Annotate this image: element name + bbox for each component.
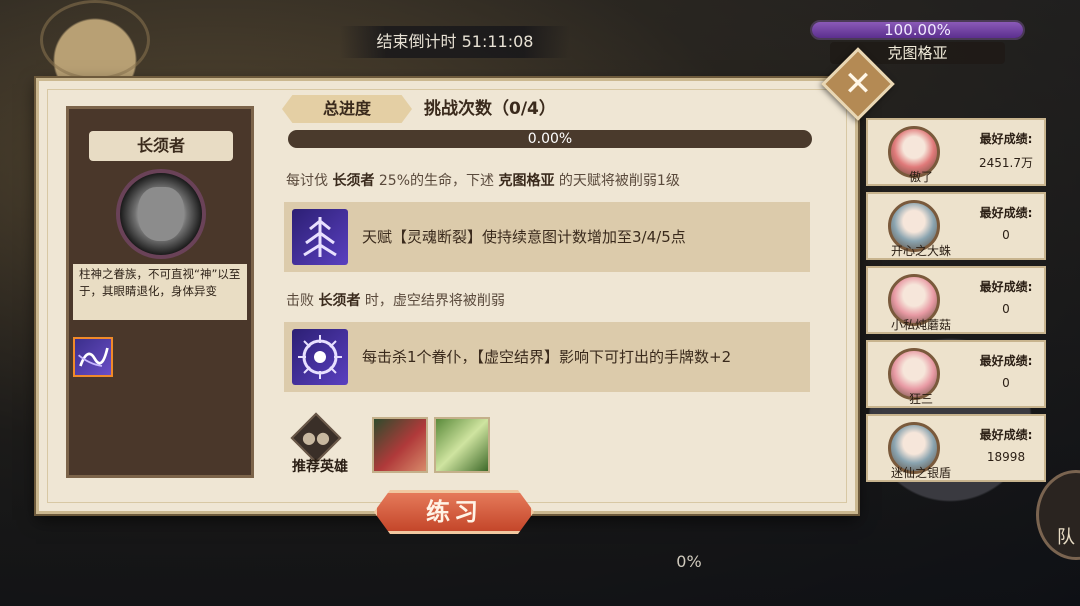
boss-portrait [116,169,206,259]
player-name: 迷仙之银盾 [890,466,951,480]
ranking-item[interactable]: 傲了 最好成绩: 2451.7万 [866,118,1046,186]
ranking-item[interactable]: 狂三 最好成绩: 0 [866,340,1046,408]
effect-row-talent: 天赋【灵魂断裂】使持续意图计数增加至3/4/5点 [284,202,810,272]
player-name: 傲了 [908,170,933,184]
best-score-label: 最好成绩: [979,354,1033,368]
challenge-count: 挑战次数（0/4） [424,99,556,119]
boss-hp-percent: 100.00% [884,21,951,39]
effect-talent-text: 天赋【灵魂断裂】使持续意图计数增加至3/4/5点 [362,228,686,246]
tab-total-progress[interactable]: 总进度 [282,95,412,123]
best-score-label: 最好成绩: [979,280,1033,294]
best-score-value: 0 [1002,376,1010,390]
best-score-label: 最好成绩: [979,428,1033,442]
boss-skill-icon[interactable] [73,337,113,377]
soul-break-icon [292,209,348,265]
ranking-item[interactable]: 小私炖蘑菇 最好成绩: 0 [866,266,1046,334]
total-progress-bar: 0.00% [288,130,812,148]
event-countdown: 结束倒计时 51:11:08 [340,26,570,58]
player-name: 狂三 [908,392,933,406]
best-score-value: 0 [1002,228,1010,242]
player-name: 开心之大蛛 [890,244,951,258]
ranking-item[interactable]: 开心之大蛛 最好成绩: 0 [866,192,1046,260]
boss-card: 长须者 柱神之眷族，不可直视“神”以至于，其眼睛退化，身体异变 [66,106,254,478]
best-score-value: 0 [1002,302,1010,316]
effect-row-barrier: 每击杀1个眷仆，【虚空结界】影响下可打出的手牌数+2 [284,322,810,392]
rule-weaken-talent: 每讨伐 长须者 25%的生命，下述 克图格亚 的天赋将被削弱1级 [286,173,680,189]
recommended-hero-2[interactable] [434,417,490,473]
best-score-label: 最好成绩: [979,206,1033,220]
practice-button[interactable]: 练习 [374,490,534,534]
ranking-item[interactable]: 迷仙之银盾 最好成绩: 18998 [866,414,1046,482]
compass-decoration [40,0,150,80]
boss-description: 柱神之眷族，不可直视“神”以至于，其眼睛退化，身体异变 [73,264,247,320]
effect-barrier-text: 每击杀1个眷仆，【虚空结界】影响下可打出的手牌数+2 [362,348,732,366]
best-score-label: 最好成绩: [979,132,1033,146]
recommend-heroes-label: 推荐英雄 [292,459,348,475]
best-score-value: 18998 [986,450,1026,464]
best-score-value: 2451.7万 [979,156,1033,170]
recommended-hero-1[interactable] [372,417,428,473]
boss-name: 长须者 [89,131,233,161]
void-barrier-icon [292,329,348,385]
rule-weaken-barrier: 击败 长须者 时，虚空结界将被削弱 [286,293,505,309]
progress-percent: 0.00% [527,131,573,147]
player-name: 小私炖蘑菇 [890,318,951,332]
close-icon: ✕ [843,64,873,104]
map-node-percent: 0% [676,552,702,571]
